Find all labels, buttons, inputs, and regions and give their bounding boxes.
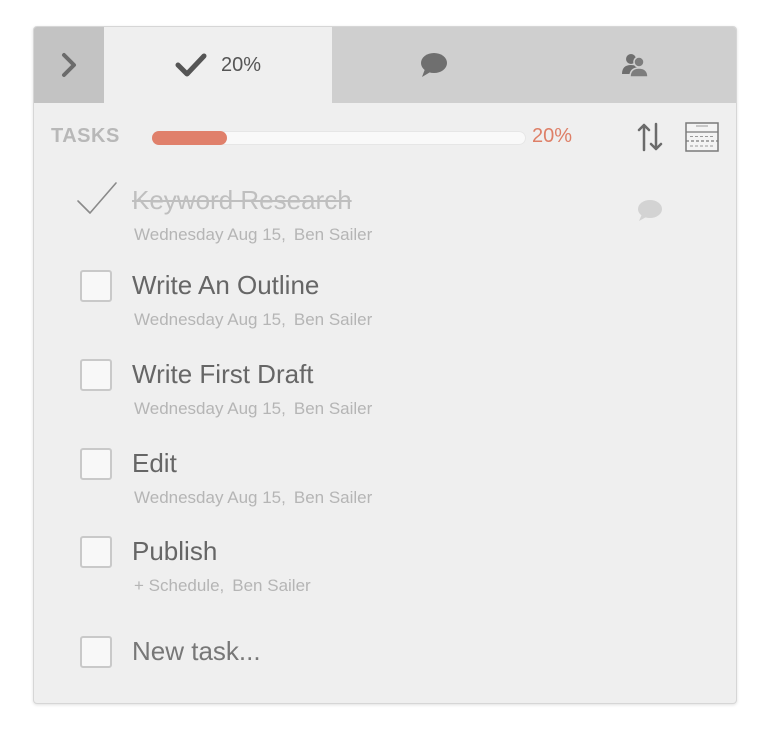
sort-arrows-icon	[637, 122, 663, 152]
checkmark-icon	[175, 53, 207, 77]
layout-toggle-button[interactable]	[684, 121, 720, 153]
task-assignee[interactable]: Ben Sailer	[294, 488, 372, 507]
task-title[interactable]: Write First Draft	[132, 359, 314, 390]
task-checkbox[interactable]	[80, 359, 112, 391]
task-assignee[interactable]: Ben Sailer	[232, 576, 310, 595]
progress-bar	[152, 131, 526, 145]
completed-checkmark-icon[interactable]	[76, 181, 120, 221]
task-title[interactable]: Keyword Research	[132, 185, 352, 216]
task-checkbox[interactable]	[80, 448, 112, 480]
task-title[interactable]: Edit	[132, 448, 177, 479]
task-item: Write An Outline Wednesday Aug 15, Ben Sa…	[34, 270, 736, 350]
task-checkbox[interactable]	[80, 536, 112, 568]
task-item: Write First Draft Wednesday Aug 15, Ben S…	[34, 359, 736, 439]
task-comment-icon[interactable]	[634, 197, 664, 225]
progress-bar-fill	[152, 131, 227, 145]
section-title: TASKS	[51, 125, 120, 147]
tab-people[interactable]	[536, 27, 736, 103]
task-meta: Wednesday Aug 15, Ben Sailer	[134, 488, 372, 508]
tab-tasks-progress: 20%	[220, 53, 262, 76]
schedule-link[interactable]: + Schedule,	[134, 576, 224, 595]
task-checkbox[interactable]	[80, 270, 112, 302]
task-date[interactable]: Wednesday Aug 15,	[134, 225, 286, 244]
tab-tasks[interactable]: 20%	[104, 27, 332, 103]
task-meta: Wednesday Aug 15, Ben Sailer	[134, 310, 372, 330]
task-date[interactable]: Wednesday Aug 15,	[134, 310, 286, 329]
progress-percentage: 20%	[532, 125, 573, 147]
collapse-panel-button[interactable]	[34, 27, 104, 103]
task-meta: Wednesday Aug 15, Ben Sailer	[134, 399, 372, 419]
task-date[interactable]: Wednesday Aug 15,	[134, 488, 286, 507]
task-item: Publish + Schedule, Ben Sailer	[34, 536, 736, 616]
task-date[interactable]: Wednesday Aug 15,	[134, 399, 286, 418]
new-task-checkbox[interactable]	[80, 636, 112, 668]
new-task-input[interactable]: New task...	[132, 636, 261, 667]
new-task-row: New task...	[34, 636, 736, 676]
task-title[interactable]: Write An Outline	[132, 270, 319, 301]
chevron-right-icon	[62, 53, 76, 77]
people-icon	[622, 54, 649, 78]
speech-bubble-icon	[421, 53, 447, 77]
tab-comments[interactable]	[332, 27, 536, 103]
tasks-header: TASKS 20%	[34, 103, 736, 167]
task-item: Edit Wednesday Aug 15, Ben Sailer	[34, 448, 736, 528]
task-assignee[interactable]: Ben Sailer	[294, 310, 372, 329]
task-assignee[interactable]: Ben Sailer	[294, 399, 372, 418]
task-title[interactable]: Publish	[132, 536, 217, 567]
task-item: Keyword Research Wednesday Aug 15, Ben Sa…	[34, 182, 736, 265]
task-meta: + Schedule, Ben Sailer	[134, 576, 311, 596]
task-meta: Wednesday Aug 15, Ben Sailer	[134, 225, 372, 245]
layout-grid-icon	[685, 122, 719, 152]
sort-button[interactable]	[636, 121, 664, 153]
task-assignee[interactable]: Ben Sailer	[294, 225, 372, 244]
tasks-panel: 20% TASKS 20% Keyword Research Wednesday…	[33, 26, 737, 704]
tab-bar: 20%	[34, 27, 736, 103]
